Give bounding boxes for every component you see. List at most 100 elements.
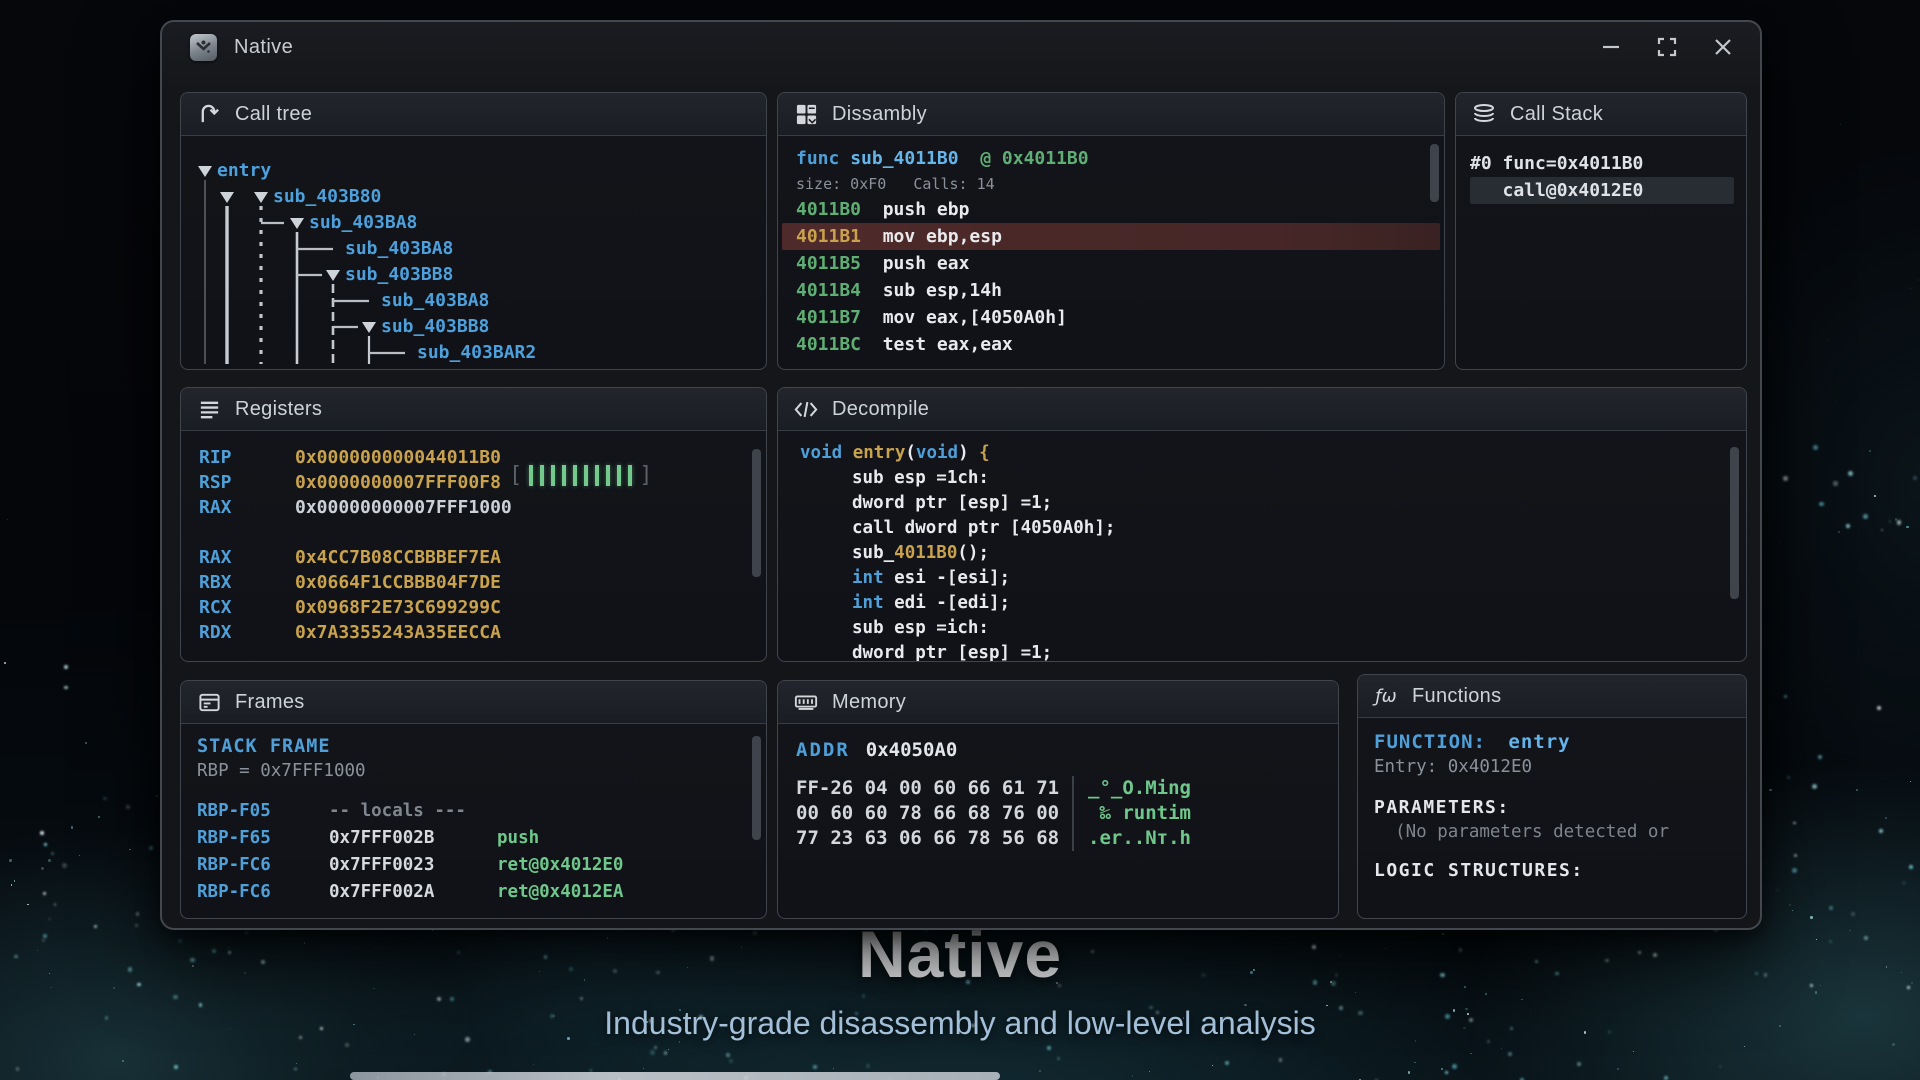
background-particle bbox=[1889, 520, 1892, 523]
disassembly-row-4011B0[interactable]: 4011B0 push ebp bbox=[796, 196, 1426, 223]
call-stack-header: Call Stack bbox=[1456, 93, 1746, 136]
background-particle bbox=[1414, 1062, 1415, 1063]
register-value: 0x7A3355243A35EECCA bbox=[295, 622, 501, 643]
app-logo-icon bbox=[190, 34, 217, 61]
stack-frame-label: STACK FRAME bbox=[197, 734, 750, 759]
registers-scrollbar[interactable] bbox=[752, 449, 761, 577]
background-particle bbox=[1880, 336, 1881, 337]
background-particle bbox=[156, 795, 158, 797]
background-particle bbox=[40, 831, 44, 835]
background-particle bbox=[41, 867, 43, 869]
register-name: RAX bbox=[199, 495, 295, 520]
register-row-RSP: RSP0x0000000007FFF00F8 bbox=[199, 470, 748, 495]
frame-row-0[interactable]: RBP-F05-- locals --- bbox=[197, 798, 750, 825]
background-particle bbox=[533, 1064, 535, 1066]
background-particle bbox=[1835, 401, 1836, 402]
tree-node-sub_403BA8[interactable]: sub_403BA8 bbox=[309, 212, 417, 233]
background-particle bbox=[1838, 531, 1840, 533]
background-particle bbox=[54, 903, 57, 906]
register-name: RCX bbox=[199, 595, 295, 620]
disassembly-meta: size: 0xF0 Calls: 14 bbox=[796, 172, 1426, 196]
frame-value: -- locals --- bbox=[329, 798, 497, 825]
background-particle bbox=[1917, 279, 1919, 281]
background-particle bbox=[122, 1060, 124, 1062]
background-particle bbox=[1470, 1053, 1471, 1054]
tree-node-sub_403BB8[interactable]: sub_403BB8 bbox=[381, 316, 489, 337]
background-particle bbox=[4, 662, 6, 664]
background-particle bbox=[1744, 1046, 1745, 1047]
close-button[interactable] bbox=[1712, 36, 1734, 58]
memory-ascii: ‰ runtim bbox=[1072, 801, 1191, 826]
tree-node-sub_403BA8[interactable]: sub_403BA8 bbox=[345, 238, 453, 259]
decompile-icon bbox=[794, 397, 818, 421]
maximize-button[interactable] bbox=[1656, 36, 1678, 58]
background-particle bbox=[668, 1049, 669, 1050]
frames-icon bbox=[197, 690, 221, 714]
disassembly-rows: 4011B0 push ebp4011B1 mov ebp,esp4011B5 … bbox=[796, 196, 1426, 358]
background-particle bbox=[1874, 495, 1876, 497]
logic-structures-heading: LOGIC STRUCTURES: bbox=[1374, 858, 1730, 883]
background-particle bbox=[1792, 910, 1793, 911]
background-particle bbox=[1132, 1075, 1133, 1076]
decompile-panel: Decompile void entry(void) {sub esp =1ch… bbox=[777, 387, 1747, 662]
decompile-scrollbar[interactable] bbox=[1730, 447, 1739, 599]
tree-node-sub_403BAR2[interactable]: sub_403BAR2 bbox=[417, 342, 536, 363]
background-particle bbox=[1902, 881, 1906, 885]
instruction-text: mov eax,[4050A0h] bbox=[861, 307, 1067, 328]
background-particle bbox=[1856, 789, 1858, 791]
memory-row-2: 77 23 63 06 66 78 56 68.er..Nт.h bbox=[796, 826, 1320, 851]
background-particle bbox=[1452, 1064, 1457, 1069]
background-particle bbox=[294, 1068, 297, 1071]
background-particle bbox=[1792, 868, 1797, 873]
disassembly-row-4011BC[interactable]: 4011BC test eax,eax bbox=[796, 331, 1426, 358]
call-stack-entry-1[interactable]: call@0x4012E0 bbox=[1470, 177, 1734, 204]
disassembly-row-4011B1[interactable]: 4011B1 mov ebp,esp bbox=[782, 223, 1440, 250]
call-tree-panel: Call tree bbox=[180, 92, 767, 370]
register-value: 0x0664F1CCBBB04F7DE bbox=[295, 572, 501, 593]
functions-icon: ƒω bbox=[1374, 684, 1398, 708]
frame-offset: RBP-FC6 bbox=[197, 879, 329, 906]
functions-panel: ƒω Functions FUNCTION: entry Entry: 0x40… bbox=[1357, 674, 1747, 919]
disassembly-row-4011B5[interactable]: 4011B5 push eax bbox=[796, 250, 1426, 277]
background-particle bbox=[1877, 706, 1881, 710]
current-function-line: FUNCTION: entry bbox=[1374, 730, 1730, 755]
frame-row-3[interactable]: RBP-FC60x7FFF002Aret@0x4012EA bbox=[197, 879, 750, 906]
background-particle bbox=[1776, 889, 1779, 892]
tree-node-sub_403B80[interactable]: sub_403B80 bbox=[273, 186, 381, 207]
meter-bar bbox=[617, 465, 621, 486]
disassembly-scrollbar[interactable] bbox=[1430, 144, 1439, 202]
minimize-button[interactable] bbox=[1600, 36, 1622, 58]
register-name: RDX bbox=[199, 620, 295, 645]
titlebar: Native bbox=[162, 22, 1760, 72]
call-stack-entry-0[interactable]: #0 func=0x4011B0 bbox=[1470, 150, 1734, 177]
frame-row-2[interactable]: RBP-FC60x7FFF0023ret@0x4012E0 bbox=[197, 852, 750, 879]
disassembly-row-4011B7[interactable]: 4011B7 mov eax,[4050A0h] bbox=[796, 304, 1426, 331]
disassembly-title: Dissambly bbox=[832, 103, 927, 126]
instruction-text: test eax,eax bbox=[861, 334, 1013, 355]
tree-node-sub_403BB8[interactable]: sub_403BB8 bbox=[345, 264, 453, 285]
background-particle bbox=[1617, 1068, 1619, 1070]
frames-scrollbar[interactable] bbox=[752, 736, 761, 840]
instruction-text: push eax bbox=[861, 253, 969, 274]
background-particle bbox=[1812, 784, 1817, 789]
background-particle bbox=[1869, 450, 1871, 452]
meter-bar bbox=[562, 465, 566, 486]
background-particle bbox=[1818, 755, 1822, 759]
background-particle bbox=[1913, 476, 1917, 480]
background-particle bbox=[1445, 1071, 1448, 1074]
frame-rows: RBP-F05-- locals ---RBP-F650x7FFF002Bpus… bbox=[197, 798, 750, 906]
tree-node-sub_403BA8[interactable]: sub_403BA8 bbox=[381, 290, 489, 311]
parameters-note: (No parameters detected or bbox=[1374, 820, 1730, 845]
memory-icon bbox=[794, 690, 818, 714]
background-particle bbox=[9, 859, 12, 862]
frame-row-1[interactable]: RBP-F650x7FFF002Bpush bbox=[197, 825, 750, 852]
background-particle bbox=[1840, 124, 1841, 125]
tree-node-entry[interactable]: entry bbox=[217, 160, 271, 181]
meter-bar bbox=[595, 465, 599, 486]
disassembly-row-4011B4[interactable]: 4011B4 sub esp,14h bbox=[796, 277, 1426, 304]
frame-value: 0x7FFF002A bbox=[329, 879, 497, 906]
register-value: 0x4CC7B08CCBBBEF7EA bbox=[295, 547, 501, 568]
screenshot-root: Native Industry-grade disassembly and lo… bbox=[0, 0, 1920, 1080]
decompile-line-5: int edi -[edi]; bbox=[800, 591, 1724, 616]
decompile-signature: void entry(void) { bbox=[800, 441, 1724, 466]
